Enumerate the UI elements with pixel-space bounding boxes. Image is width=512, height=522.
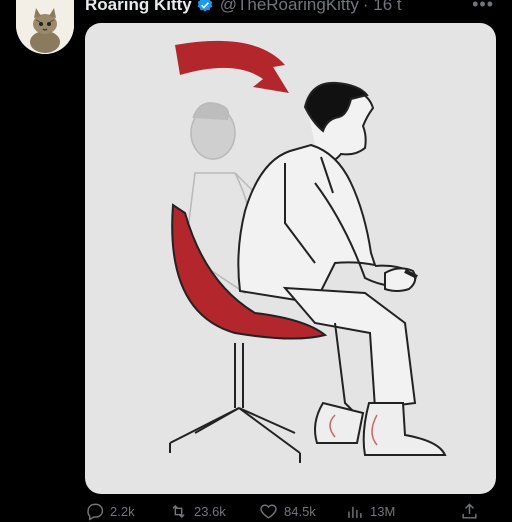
post-time[interactable]: · 16 t (363, 0, 402, 15)
avatar[interactable] (16, 0, 74, 54)
illustration-man-leaning-forward-in-chair (169, 40, 447, 463)
author-name[interactable]: Roaring Kitty (85, 0, 192, 15)
author-handle[interactable]: @TheRoaringKitty (220, 0, 359, 15)
post-media[interactable] (85, 23, 496, 494)
post-header: Roaring Kitty @TheRoaringKitty · 16 t (85, 0, 402, 16)
chair-base (169, 343, 301, 463)
cat-avatar-icon (16, 0, 74, 54)
arrow-shape (175, 40, 289, 93)
action-bar: 2.2k 23.6k 84.5k 13M (85, 502, 496, 522)
main-figure (237, 81, 447, 456)
ellipsis-icon[interactable]: ••• (472, 0, 494, 15)
verified-badge-icon (197, 0, 213, 12)
